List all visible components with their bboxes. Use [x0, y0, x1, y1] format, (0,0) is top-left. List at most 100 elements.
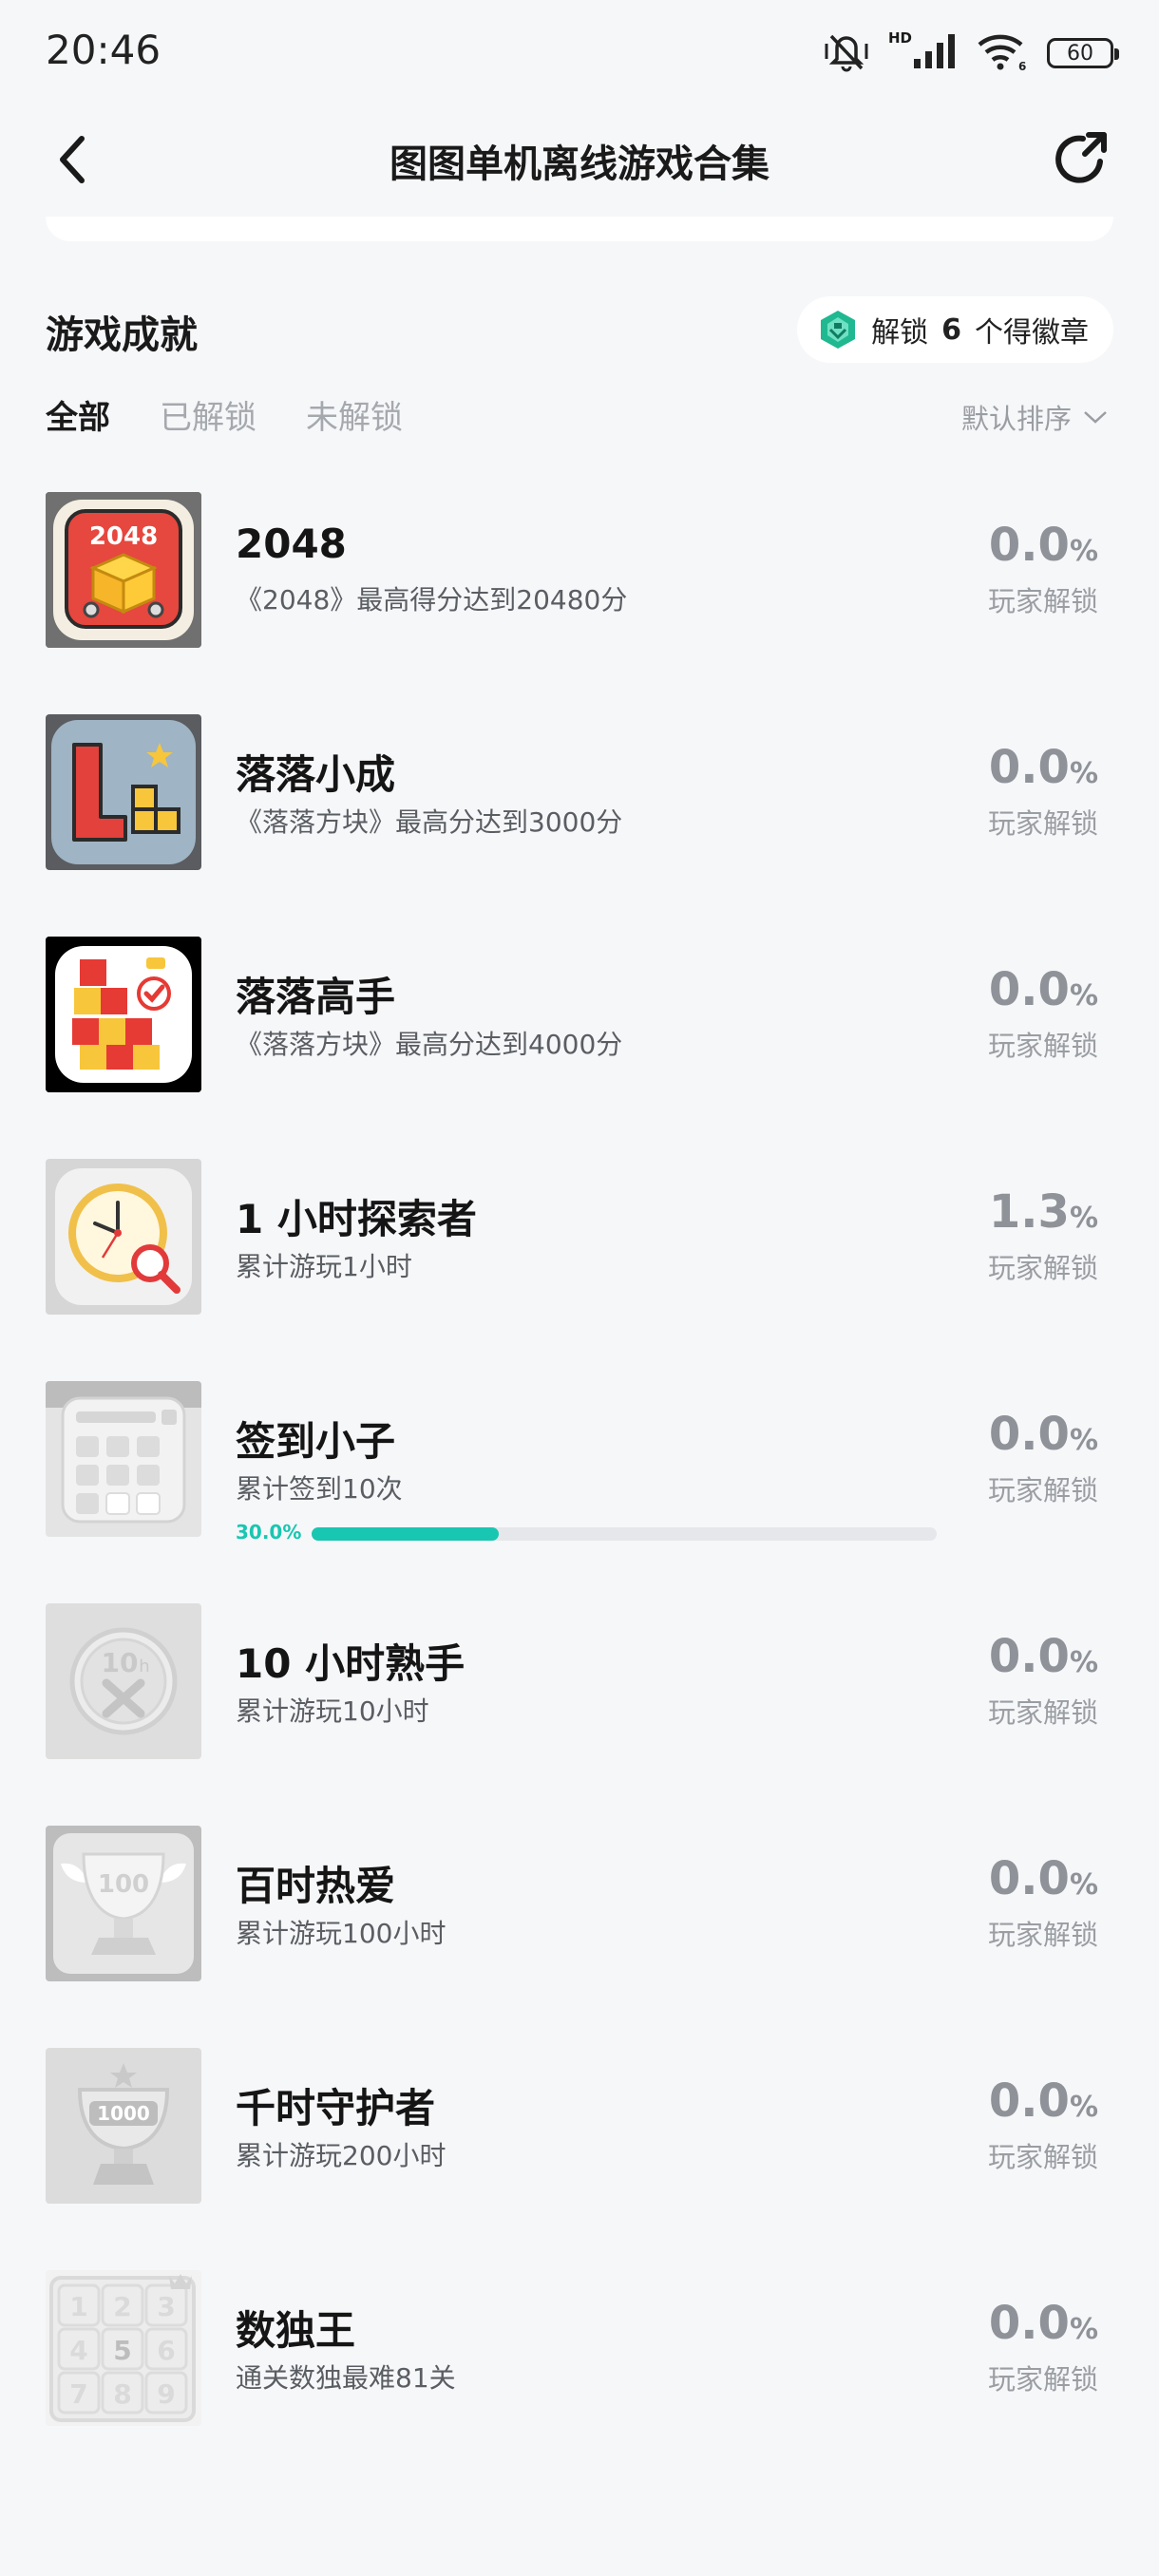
tab-locked[interactable]: 未解锁 [306, 391, 403, 438]
achievement-item[interactable]: 10 h 10 小时熟手 累计游玩10小时 0.0% 玩家解锁 [0, 1600, 1159, 1822]
achievement-name: 2048 [236, 521, 347, 567]
svg-text:2: 2 [113, 2291, 131, 2322]
mute-vibrate-icon [824, 30, 869, 76]
badge-gem-icon [821, 311, 856, 349]
unlock-percent: 1.3% [989, 1185, 1098, 1239]
achievement-name: 落落高手 [236, 974, 396, 1020]
progress-label: 30.0% [236, 1521, 302, 1544]
percent-symbol: % [1069, 1868, 1098, 1902]
achievement-desc: 通关数独最难81关 [236, 2362, 456, 2394]
achievement-name: 签到小子 [236, 1418, 396, 1465]
progress-fill [312, 1527, 500, 1541]
achievement-item[interactable]: 落落小成 《落落方块》最高分达到3000分 0.0% 玩家解锁 [0, 710, 1159, 933]
achievement-list: 2048 2048 《2048》最高得分达到20480分 0.0% 玩家解锁 落… [0, 488, 1159, 2489]
unlock-percent: 0.0% [989, 741, 1098, 794]
achievement-item[interactable]: 签到小子 累计签到10次 30.0% 0.0% 玩家解锁 [0, 1377, 1159, 1600]
unlock-percent-label: 玩家解锁 [987, 1474, 1098, 1506]
hd-label: HD [887, 29, 912, 47]
achievement-name: 10 小时熟手 [236, 1640, 466, 1687]
badge-unlock-pill[interactable]: 解锁 6 个得徽章 [797, 296, 1113, 363]
filter-tabs: 全部 已解锁 未解锁 [46, 391, 403, 438]
l-block-icon [46, 714, 201, 870]
achievement-item[interactable]: 1000 千时守护者 累计游玩200小时 0.0% 玩家解锁 [0, 2044, 1159, 2266]
unlock-percent-value: 0.0 [988, 2297, 1070, 2350]
achievement-item[interactable]: 100 百时热爱 累计游玩100小时 0.0% 玩家解锁 [0, 1822, 1159, 2044]
achievement-desc: 《2048》最高得分达到20480分 [236, 584, 628, 616]
share-button[interactable] [1047, 125, 1115, 194]
svg-text:10: 10 [102, 1647, 139, 1678]
2048-cube-icon: 2048 [46, 492, 201, 648]
unlock-percent-label: 玩家解锁 [987, 2363, 1098, 2396]
card-bottom-edge [46, 217, 1113, 241]
unlock-percent-value: 0.0 [988, 519, 1070, 572]
svg-text:6: 6 [157, 2335, 175, 2366]
svg-text:1: 1 [69, 2291, 87, 2322]
unlock-percent: 0.0% [989, 1630, 1098, 1683]
percent-symbol: % [1069, 757, 1098, 790]
sort-dropdown[interactable]: 默认排序 [961, 397, 1108, 437]
wrench-medal-icon: 10 h [46, 1603, 201, 1759]
unlock-percent: 0.0% [989, 1852, 1098, 1905]
trophy-1000-icon: 1000 [46, 2048, 201, 2204]
signal-icon [912, 32, 958, 74]
unlock-percent: 0.0% [989, 519, 1098, 572]
svg-text:8: 8 [113, 2378, 131, 2410]
trophy-1000-text: 1000 [97, 2102, 150, 2125]
unlock-percent: 0.0% [989, 963, 1098, 1016]
progress-bar: 30.0% [236, 1521, 937, 1544]
unlock-percent: 0.0% [989, 1408, 1098, 1461]
progress-track [312, 1527, 937, 1541]
chevron-down-icon [1084, 411, 1107, 424]
svg-text:6: 6 [1018, 60, 1026, 71]
badge-prefix: 解锁 [871, 316, 929, 350]
percent-symbol: % [1069, 535, 1098, 568]
percent-symbol: % [1069, 2091, 1098, 2124]
unlock-percent-label: 玩家解锁 [987, 1030, 1098, 1062]
percent-symbol: % [1069, 979, 1098, 1013]
share-icon [1055, 132, 1107, 183]
section-title: 游戏成就 [46, 313, 198, 357]
unlock-percent-value: 0.0 [988, 741, 1070, 794]
achievement-item[interactable]: 1 小时探索者 累计游玩1小时 1.3% 玩家解锁 [0, 1155, 1159, 1377]
unlock-percent-label: 玩家解锁 [987, 807, 1098, 840]
unlock-percent-value: 0.0 [988, 2074, 1070, 2128]
tab-unlocked[interactable]: 已解锁 [160, 391, 256, 438]
unlock-percent-label: 玩家解锁 [987, 585, 1098, 617]
page-title: 图图单机离线游戏合集 [390, 142, 770, 186]
unlock-percent-label: 玩家解锁 [987, 2141, 1098, 2173]
achievement-name: 数独王 [236, 2307, 356, 2354]
achievement-desc: 累计游玩100小时 [236, 1918, 446, 1949]
svg-text:9: 9 [157, 2378, 175, 2410]
badge-suffix: 个得徽章 [975, 316, 1089, 350]
svg-text:7: 7 [69, 2378, 87, 2410]
letter-blocks-icon [46, 937, 201, 1092]
unlock-percent-value: 0.0 [988, 1408, 1070, 1461]
status-icons: HD 6 60 [824, 28, 1119, 78]
status-bar: 20:46 HD 6 60 [0, 0, 1159, 104]
unlock-percent-value: 0.0 [988, 1630, 1070, 1683]
achievement-item[interactable]: 落落高手 《落落方块》最高分达到4000分 0.0% 玩家解锁 [0, 933, 1159, 1155]
svg-text:2048: 2048 [89, 522, 158, 551]
calendar-icon [46, 1381, 201, 1537]
percent-symbol: % [1069, 2313, 1098, 2346]
unlock-percent-label: 玩家解锁 [987, 1919, 1098, 1951]
achievement-name: 1 小时探索者 [236, 1196, 477, 1242]
svg-text:5: 5 [113, 2335, 131, 2366]
achievement-name: 落落小成 [236, 751, 396, 798]
achievement-name: 千时守护者 [236, 2085, 436, 2131]
tab-all[interactable]: 全部 [46, 391, 110, 438]
unlock-percent-value: 1.3 [988, 1185, 1070, 1239]
achievement-item[interactable]: 2048 2048 《2048》最高得分达到20480分 0.0% 玩家解锁 [0, 488, 1159, 710]
unlock-percent: 0.0% [989, 2297, 1098, 2350]
trophy-100-text: 100 [98, 1870, 149, 1899]
unlock-percent-value: 0.0 [988, 1852, 1070, 1905]
achievement-desc: 累计签到10次 [236, 1473, 403, 1505]
clock-search-icon [46, 1159, 201, 1315]
unlock-percent-value: 0.0 [988, 963, 1070, 1016]
achievement-desc: 累计游玩200小时 [236, 2140, 446, 2171]
status-time: 20:46 [46, 27, 162, 73]
percent-symbol: % [1069, 1646, 1098, 1679]
achievement-item[interactable]: 123 456 789 数独王 通关数独最难81关 0.0% 玩家解锁 [0, 2266, 1159, 2489]
unlock-percent: 0.0% [989, 2074, 1098, 2128]
title-bar: 图图单机离线游戏合集 [0, 104, 1159, 218]
